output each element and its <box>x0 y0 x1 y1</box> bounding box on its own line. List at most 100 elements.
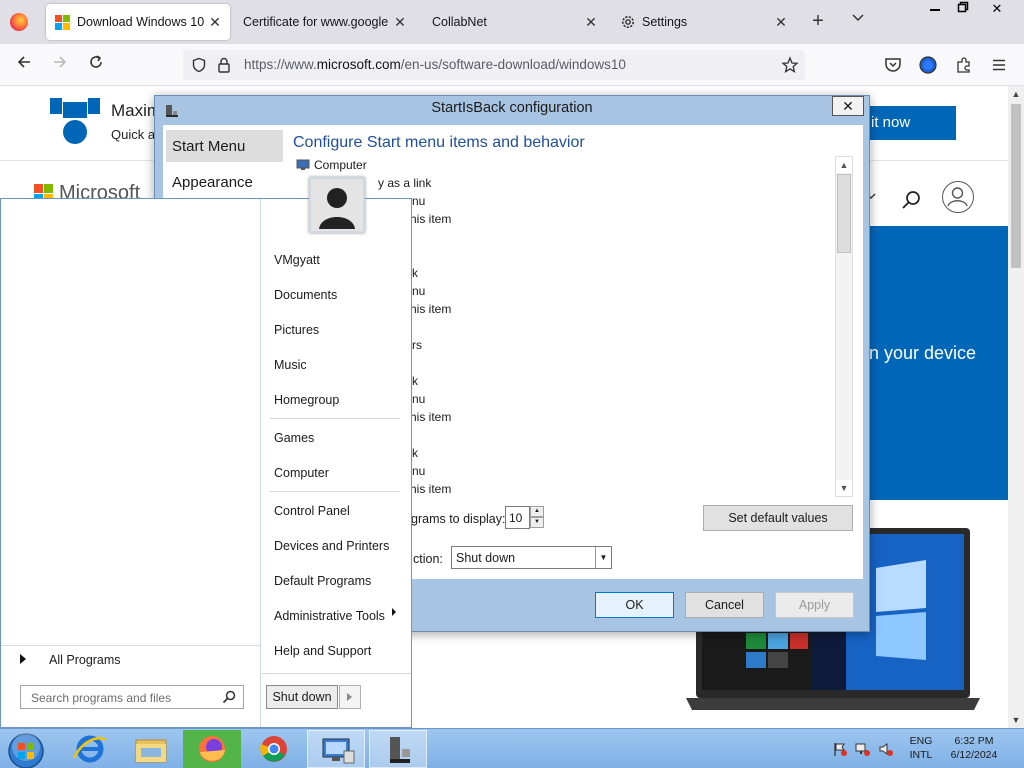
back-button[interactable] <box>11 53 37 77</box>
tree-option[interactable]: his item <box>410 410 451 424</box>
programs-count-value[interactable]: 10 <box>505 506 530 529</box>
search-icon[interactable] <box>898 188 924 214</box>
bookmark-star-icon[interactable] <box>781 56 799 74</box>
tree-option[interactable]: rs <box>412 338 422 352</box>
new-tab-button[interactable]: + <box>806 10 830 34</box>
gear-icon <box>622 16 634 28</box>
extensions-puzzle-icon[interactable] <box>955 56 973 74</box>
taskbar-internet-explorer[interactable] <box>60 730 118 768</box>
nav-start-menu[interactable]: Start Menu <box>166 130 283 162</box>
taskbar-clock[interactable]: 6:32 PM 6/12/2024 <box>944 734 1004 762</box>
scroll-down-arrow-icon[interactable]: ▼ <box>836 480 852 496</box>
start-item-administrative-tools[interactable]: Administrative Tools <box>274 609 385 623</box>
taskbar-firefox[interactable] <box>183 730 241 768</box>
stepper-down-icon[interactable]: ▼ <box>530 517 544 528</box>
tab-close-icon[interactable]: ✕ <box>582 13 600 31</box>
stepper-up-icon[interactable]: ▲ <box>530 506 544 517</box>
all-programs-button[interactable]: All Programs <box>1 645 261 673</box>
tree-option[interactable]: nu <box>412 392 425 406</box>
tab-download-windows-10[interactable]: Download Windows 10 ✕ <box>46 4 230 40</box>
tree-option[interactable]: his item <box>410 482 451 496</box>
shut-down-options-button[interactable] <box>339 685 361 709</box>
tree-option[interactable]: k <box>412 266 418 280</box>
user-avatar[interactable] <box>309 177 365 233</box>
chevron-down-icon <box>852 14 864 22</box>
list-all-tabs-button[interactable] <box>846 10 870 34</box>
input-language-indicator[interactable]: ENG INTL <box>904 734 938 762</box>
tracking-protection-shield-icon[interactable] <box>191 57 207 73</box>
tree-item-computer[interactable]: Computer <box>314 158 367 172</box>
start-item-user[interactable]: VMgyatt <box>274 253 320 267</box>
start-item-computer[interactable]: Computer <box>274 466 329 480</box>
tree-option[interactable]: nu <box>412 194 425 208</box>
ok-button[interactable]: OK <box>595 592 674 618</box>
start-item-pictures[interactable]: Pictures <box>274 323 319 337</box>
taskbar-startisback[interactable] <box>369 730 427 768</box>
action-center-flag-icon[interactable] <box>832 741 848 757</box>
tab-certificate[interactable]: Certificate for www.google.c ✕ <box>233 4 415 40</box>
dropdown-arrow-icon[interactable]: ▼ <box>595 547 611 568</box>
taskbar-chrome[interactable] <box>245 730 303 768</box>
minimize-window-button[interactable] <box>920 0 950 20</box>
nav-appearance[interactable]: Appearance <box>166 166 283 198</box>
volume-muted-icon[interactable] <box>878 741 894 757</box>
tree-option[interactable]: nu <box>412 464 425 478</box>
start-item-help-and-support[interactable]: Help and Support <box>274 644 371 658</box>
start-search-input[interactable]: Search programs and files <box>20 685 244 709</box>
lock-icon[interactable] <box>217 57 231 73</box>
start-item-documents[interactable]: Documents <box>274 288 337 302</box>
tree-option[interactable]: nu <box>412 284 425 298</box>
tree-option[interactable]: y as a link <box>378 176 431 190</box>
hamburger-menu-icon[interactable] <box>991 57 1007 73</box>
dialog-close-button[interactable]: ✕ <box>832 96 864 116</box>
tab-settings[interactable]: Settings ✕ <box>612 4 796 40</box>
tab-close-icon[interactable]: ✕ <box>772 13 790 31</box>
close-window-button[interactable]: ✕ <box>982 0 1012 20</box>
power-action-select[interactable]: Shut down ▼ <box>451 546 612 569</box>
user-silhouette-icon <box>311 179 363 231</box>
start-item-devices-and-printers[interactable]: Devices and Printers <box>274 539 389 553</box>
page-vertical-scrollbar[interactable]: ▲ ▼ <box>1008 86 1024 728</box>
start-item-music[interactable]: Music <box>274 358 307 372</box>
programs-count-stepper[interactable]: 10 ▲ ▼ <box>505 506 544 529</box>
scrollbar-thumb[interactable] <box>1011 104 1021 268</box>
tree-option[interactable]: k <box>412 374 418 388</box>
reload-button[interactable] <box>83 53 109 77</box>
scrollbar-thumb[interactable] <box>837 174 851 253</box>
tab-close-icon[interactable]: ✕ <box>206 13 224 31</box>
pocket-icon[interactable] <box>884 57 902 73</box>
sign-in-avatar-icon[interactable] <box>942 181 974 213</box>
dialog-nav: Start Menu Appearance <box>166 130 283 198</box>
account-icon[interactable] <box>918 55 938 75</box>
taskbar: ENG INTL 6:32 PM 6/12/2024 <box>0 728 1024 768</box>
scroll-up-arrow-icon[interactable]: ▲ <box>836 157 852 173</box>
tab-collabnet[interactable]: CollabNet ✕ <box>422 4 606 40</box>
taskbar-control-panel[interactable] <box>307 730 365 768</box>
forward-button[interactable] <box>47 53 73 77</box>
scroll-down-arrow-icon[interactable]: ▼ <box>1008 712 1024 728</box>
tree-option[interactable]: his item <box>410 302 451 316</box>
start-orb-icon[interactable] <box>6 731 46 768</box>
search-placeholder: Search programs and files <box>31 691 172 705</box>
tree-vertical-scrollbar[interactable]: ▲ ▼ <box>835 156 853 497</box>
scroll-up-arrow-icon[interactable]: ▲ <box>1008 86 1024 102</box>
set-default-values-button[interactable]: Set default values <box>703 505 853 531</box>
cancel-button[interactable]: Cancel <box>685 592 764 618</box>
tree-option[interactable]: his item <box>410 212 451 226</box>
tab-label: Certificate for www.google.c <box>243 15 389 29</box>
start-item-default-programs[interactable]: Default Programs <box>274 574 371 588</box>
taskbar-file-explorer[interactable] <box>121 730 179 768</box>
address-bar[interactable]: https://www.microsoft.com/en-us/software… <box>183 50 805 80</box>
start-item-control-panel[interactable]: Control Panel <box>274 504 350 518</box>
start-item-games[interactable]: Games <box>274 431 314 445</box>
power-action-value: Shut down <box>456 551 516 565</box>
firefox-menu-icon[interactable] <box>10 13 28 31</box>
tab-close-icon[interactable]: ✕ <box>391 13 409 31</box>
network-icon[interactable] <box>855 741 871 757</box>
shut-down-button[interactable]: Shut down <box>266 685 338 709</box>
tree-option[interactable]: k <box>412 446 418 460</box>
restore-window-button[interactable] <box>948 0 978 20</box>
search-icon[interactable] <box>222 690 236 704</box>
apply-button[interactable]: Apply <box>775 592 854 618</box>
start-item-homegroup[interactable]: Homegroup <box>274 393 339 407</box>
